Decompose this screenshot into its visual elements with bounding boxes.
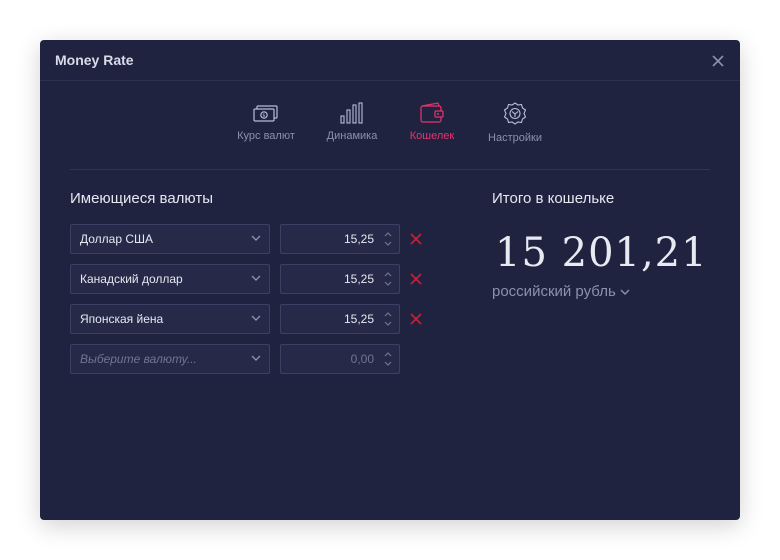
stepper-icon[interactable] [383,230,393,248]
amount-value: 15,25 [343,232,374,246]
app-window: Money Rate $ Курс валют Динамика Кошелек… [40,40,740,520]
currency-value: Канадский доллар [80,272,183,286]
chevron-down-icon [251,355,261,361]
currency-select[interactable]: Японская йена [70,304,270,334]
tab-rates[interactable]: $ Курс валют [236,102,296,142]
divider [70,169,710,170]
tab-label: Кошелек [409,130,455,142]
tab-dynamics[interactable]: Динамика [324,102,380,142]
new-amount-input[interactable]: 0,00 [280,344,400,374]
title-bar: Money Rate [40,40,740,81]
total-currency-select[interactable]: российский рубль [492,283,630,300]
currency-placeholder: Выберите валюту... [80,352,197,366]
close-icon[interactable] [710,53,726,69]
svg-text:$: $ [262,113,265,119]
window-title: Money Rate [55,52,134,68]
amount-value: 15,25 [343,312,374,326]
remove-icon[interactable] [410,233,422,245]
currency-select[interactable]: Канадский доллар [70,264,270,294]
currency-row: Японская йена 15,25 [70,304,440,334]
total-currency-label: российский рубль [492,283,616,300]
tab-label: Настройки [488,132,542,144]
wallet-icon [420,102,444,123]
currency-select[interactable]: Доллар США [70,224,270,254]
new-currency-select[interactable]: Выберите валюту... [70,344,270,374]
amount-placeholder: 0,00 [350,352,374,366]
currency-value: Доллар США [80,232,154,246]
tab-settings[interactable]: Настройки [486,102,544,144]
amount-input[interactable]: 15,25 [280,224,400,254]
bar-chart-icon [340,102,363,124]
currency-value: Японская йена [80,312,164,326]
gear-icon [503,102,527,125]
stepper-icon[interactable] [383,270,393,288]
currencies-heading: Имеющиеся валюты [70,190,214,207]
chevron-down-icon [251,275,261,281]
remove-icon[interactable] [410,313,422,325]
amount-input[interactable]: 15,25 [280,304,400,334]
chevron-down-icon [620,289,630,295]
chevron-down-icon [251,235,261,241]
chevron-down-icon [251,315,261,321]
stepper-icon[interactable] [383,310,393,328]
tab-bar: $ Курс валют Динамика Кошелек Настройки [40,102,740,152]
tab-label: Курс валют [237,130,295,142]
stepper-icon[interactable] [383,350,393,368]
remove-icon[interactable] [410,273,422,285]
amount-value: 15,25 [343,272,374,286]
amount-input[interactable]: 15,25 [280,264,400,294]
tab-wallet[interactable]: Кошелек [406,102,458,142]
wallet-heading: Итого в кошельке [492,190,615,207]
banknote-icon: $ [253,105,278,122]
new-currency-row: Выберите валюту... 0,00 [70,344,440,374]
tab-label: Динамика [326,130,378,142]
currency-row: Доллар США 15,25 [70,224,440,254]
wallet-total: 15 201,21 [495,230,708,276]
currency-row: Канадский доллар 15,25 [70,264,440,294]
